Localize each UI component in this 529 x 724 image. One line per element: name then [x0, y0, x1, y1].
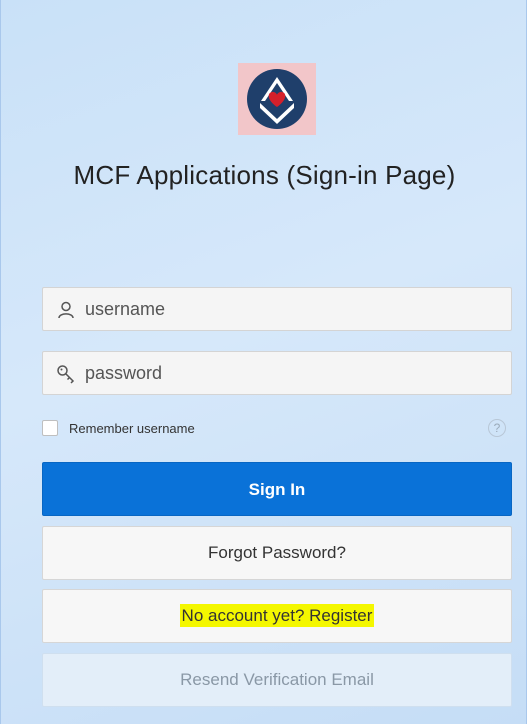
remember-username[interactable]: Remember username	[42, 419, 195, 437]
key-icon	[56, 364, 76, 384]
password-field[interactable]	[42, 351, 512, 395]
help-icon[interactable]: ?	[488, 419, 506, 437]
register-button[interactable]: No account yet? Register	[42, 589, 512, 643]
resend-verification-button[interactable]: Resend Verification Email	[42, 653, 512, 707]
remember-username-label[interactable]: Remember username	[69, 421, 195, 436]
sign-in-panel: MCF Applications (Sign-in Page) Remember…	[0, 0, 527, 724]
password-input[interactable]	[85, 352, 503, 394]
username-input[interactable]	[85, 288, 503, 330]
register-label: No account yet? Register	[179, 604, 375, 627]
sign-in-button[interactable]: Sign In	[42, 462, 512, 516]
user-icon	[56, 300, 76, 320]
forgot-password-button[interactable]: Forgot Password?	[42, 526, 512, 580]
username-field[interactable]	[42, 287, 512, 331]
page-title: MCF Applications (Sign-in Page)	[73, 160, 456, 190]
app-logo	[238, 63, 316, 135]
remember-username-checkbox[interactable]	[42, 420, 58, 436]
masonic-square-heart-logo-icon	[247, 69, 307, 129]
